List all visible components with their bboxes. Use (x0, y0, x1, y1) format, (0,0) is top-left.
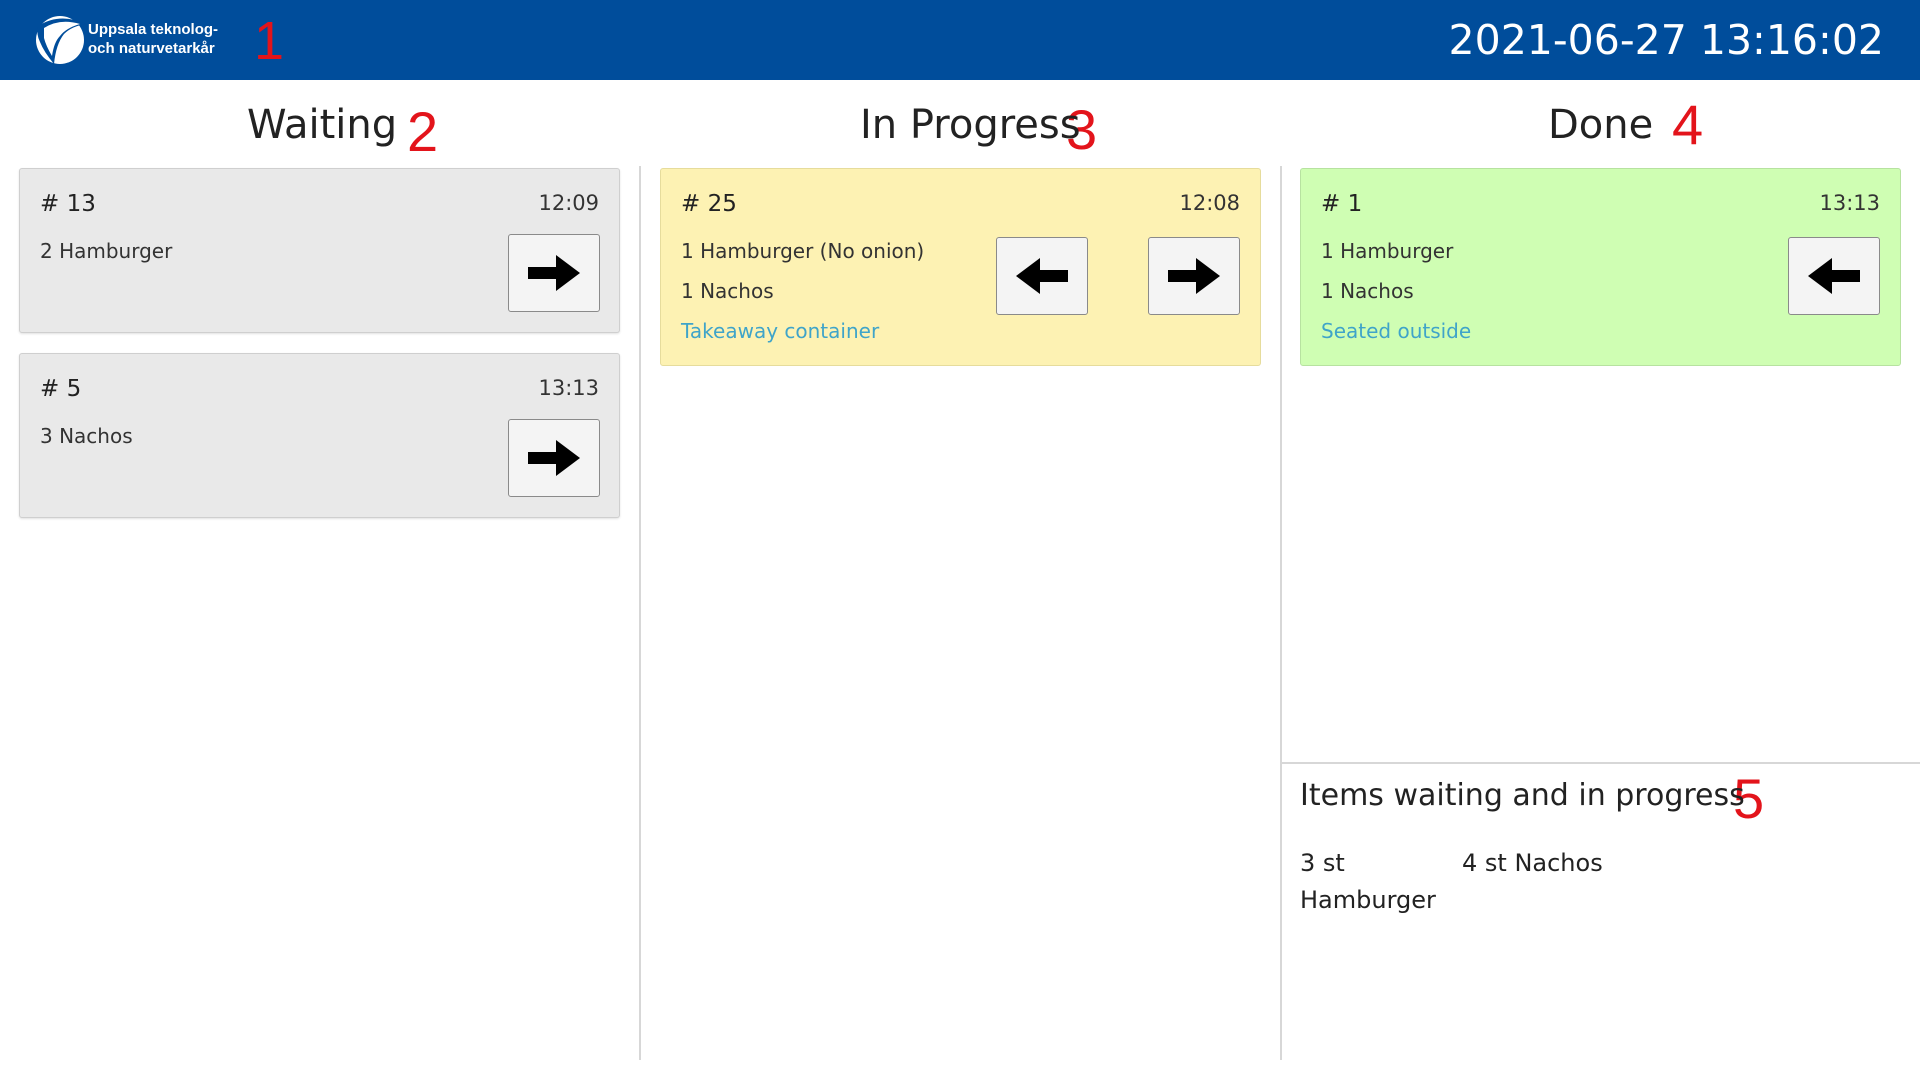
summary-item: 4 st Nachos (1462, 845, 1603, 882)
org-logo-icon (30, 12, 90, 68)
order-item: 3 Nachos (40, 424, 133, 448)
move-back-to-in-progress-button[interactable] (1788, 237, 1880, 315)
org-name: Uppsala teknolog- och naturvetarkår (88, 20, 218, 58)
arrow-left-icon (1808, 258, 1860, 294)
summary-item: 3 st Hamburger (1300, 845, 1436, 919)
arrow-right-icon (528, 440, 580, 476)
arrow-right-icon (528, 255, 580, 291)
org-name-line2: och naturvetarkår (88, 40, 215, 57)
order-item: 1 Nachos (681, 279, 774, 303)
order-item: 1 Hamburger (No onion) (681, 239, 925, 263)
summary-divider (1282, 762, 1920, 764)
order-card: # 1 13:13 1 Hamburger 1 Nachos Seated ou… (1300, 168, 1901, 366)
waiting-column-title: Waiting (247, 102, 398, 148)
move-to-in-progress-button[interactable] (508, 419, 600, 497)
order-item: 2 Hamburger (40, 239, 173, 263)
order-number: # 13 (40, 191, 96, 217)
annotation-label: 1 (254, 11, 285, 71)
order-number: # 5 (40, 376, 82, 402)
order-item: 1 Nachos (1321, 279, 1414, 303)
summary-item-count: 4 st Nachos (1462, 849, 1603, 877)
summary-item-name: Hamburger (1300, 886, 1436, 914)
order-time: 12:08 (1179, 191, 1240, 215)
clock: 2021-06-27 13:16:02 (1448, 16, 1884, 64)
order-note: Seated outside (1321, 319, 1472, 343)
order-number: # 1 (1321, 191, 1363, 217)
move-to-in-progress-button[interactable] (508, 234, 600, 312)
top-bar: Uppsala teknolog- och naturvetarkår 2021… (0, 0, 1920, 80)
order-number: # 25 (681, 191, 737, 217)
org-name-line1: Uppsala teknolog- (88, 21, 219, 38)
move-to-done-button[interactable] (1148, 237, 1240, 315)
move-back-to-waiting-button[interactable] (996, 237, 1088, 315)
column-divider (1280, 166, 1282, 1060)
annotation-label: 2 (407, 100, 439, 163)
order-card: # 5 13:13 3 Nachos (19, 353, 620, 518)
annotation-label: 4 (1672, 93, 1704, 156)
in-progress-column-title: In Progress (860, 102, 1081, 148)
column-divider (639, 166, 641, 1060)
arrow-left-icon (1016, 258, 1068, 294)
order-time: 12:09 (538, 191, 599, 215)
done-column-title: Done (1548, 102, 1654, 148)
order-time: 13:13 (538, 376, 599, 400)
order-note: Takeaway container (681, 319, 880, 343)
summary-item-count: 3 st (1300, 849, 1345, 877)
order-time: 13:13 (1819, 191, 1880, 215)
summary-title: Items waiting and in progress (1300, 778, 1745, 813)
order-card: # 13 12:09 2 Hamburger (19, 168, 620, 333)
arrow-right-icon (1168, 258, 1220, 294)
order-item: 1 Hamburger (1321, 239, 1454, 263)
order-card: # 25 12:08 1 Hamburger (No onion) 1 Nach… (660, 168, 1261, 366)
